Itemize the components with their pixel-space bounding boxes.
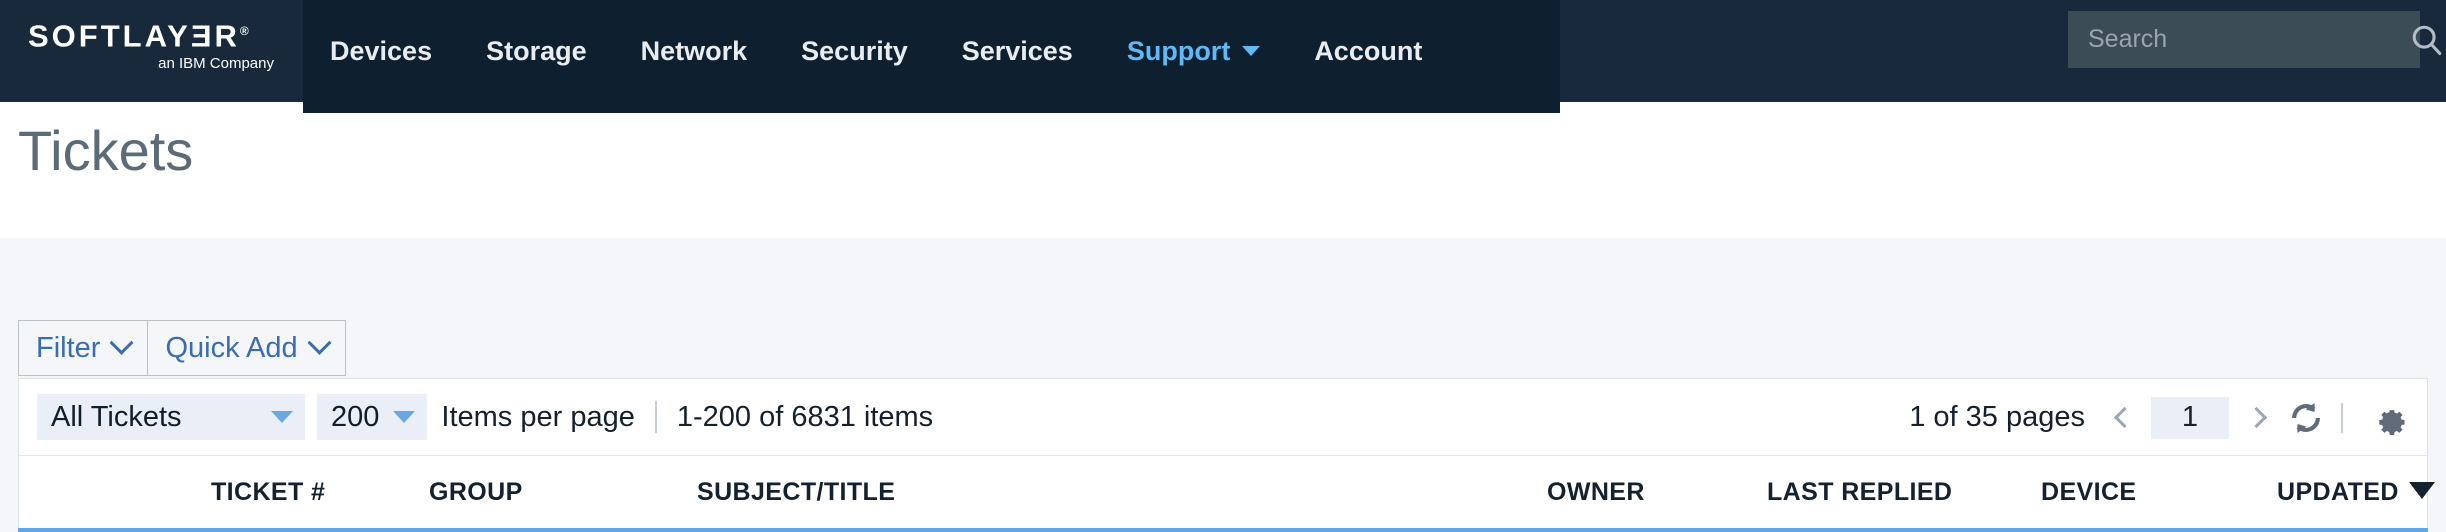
column-header-group[interactable]: GROUP [429, 478, 523, 507]
nav-label-account: Account [1314, 36, 1423, 66]
ticket-filter-value: All Tickets [51, 400, 182, 433]
search-input[interactable] [2088, 25, 2410, 54]
page-size-value: 200 [331, 400, 380, 433]
nav-item-account[interactable]: Account [1287, 0, 1449, 102]
search-icon[interactable] [2410, 23, 2444, 57]
gear-icon[interactable] [2369, 397, 2411, 439]
column-header-updated-label: UPDATED [2277, 478, 2399, 506]
filter-button-label: Filter [36, 331, 101, 364]
nav-item-network[interactable]: Network [614, 0, 775, 102]
nav-label-storage: Storage [486, 36, 587, 66]
pagination-controls: 1 of 35 pages [1909, 379, 2411, 456]
item-range-label: 1-200 of 6831 items [676, 400, 934, 433]
column-header-device[interactable]: DEVICE [2041, 478, 2136, 507]
table-toolbar: All Tickets 200 Items per page 1-200 of … [19, 379, 2427, 456]
column-header-updated[interactable]: UPDATED [2277, 478, 2435, 507]
items-per-page-label: Items per page [441, 400, 635, 433]
tickets-table-panel: All Tickets 200 Items per page 1-200 of … [18, 378, 2435, 530]
search-box[interactable] [2068, 11, 2442, 68]
nav-item-storage[interactable]: Storage [459, 0, 614, 102]
table-accent-rule [18, 528, 2428, 532]
ticket-filter-select[interactable]: All Tickets [37, 394, 305, 440]
toolbar-divider [654, 401, 657, 433]
page-title: Tickets [18, 119, 194, 182]
quick-add-button[interactable]: Quick Add [147, 320, 346, 376]
chevron-down-icon [109, 330, 134, 355]
nav-label-devices: Devices [330, 36, 433, 66]
column-header-owner[interactable]: OWNER [1547, 478, 1645, 507]
refresh-icon[interactable] [2285, 397, 2327, 439]
chevron-down-icon [1242, 46, 1261, 56]
column-header-ticket-number[interactable]: TICKET # [211, 478, 325, 507]
column-header-last-replied[interactable]: LAST REPLIED [1767, 478, 1952, 507]
triangle-down-icon [271, 411, 293, 423]
table-header-row: TICKET # GROUP SUBJECT/TITLE OWNER LAST … [19, 456, 2435, 528]
logo-wordmark-text: SOFTLAYƎR [28, 18, 240, 54]
triangle-down-icon [393, 411, 416, 423]
nav-item-devices[interactable]: Devices [303, 0, 459, 102]
action-button-row: Filter Quick Add [18, 320, 346, 376]
logo-wordmark: SOFTLAYƎR® [28, 14, 278, 53]
chevron-right-icon[interactable] [2239, 401, 2273, 435]
nav-label-security: Security [801, 36, 908, 66]
quick-add-button-label: Quick Add [165, 331, 298, 364]
logo-subtitle: an IBM Company [158, 55, 274, 73]
chevron-left-icon[interactable] [2107, 401, 2141, 435]
main-navigation: Devices Storage Network Security Service… [303, 0, 1449, 102]
page-number-input[interactable] [2151, 396, 2229, 439]
nav-label-network: Network [640, 36, 748, 66]
pagination-divider [2341, 402, 2343, 433]
page-count-label: 1 of 35 pages [1909, 401, 2085, 433]
nav-label-support: Support [1126, 36, 1231, 66]
sort-descending-icon [2408, 482, 2435, 499]
filter-button[interactable]: Filter [18, 320, 149, 376]
nav-label-services: Services [961, 36, 1073, 66]
softlayer-logo[interactable]: SOFTLAYƎR® an IBM Company [28, 14, 278, 76]
nav-item-services[interactable]: Services [935, 0, 1100, 102]
registered-trademark-icon: ® [239, 24, 249, 38]
page-size-select[interactable]: 200 [317, 394, 428, 440]
chevron-down-icon [307, 330, 332, 355]
column-header-subject-title[interactable]: SUBJECT/TITLE [697, 478, 895, 507]
nav-item-support[interactable]: Support [1100, 0, 1287, 102]
nav-item-security[interactable]: Security [774, 0, 935, 102]
